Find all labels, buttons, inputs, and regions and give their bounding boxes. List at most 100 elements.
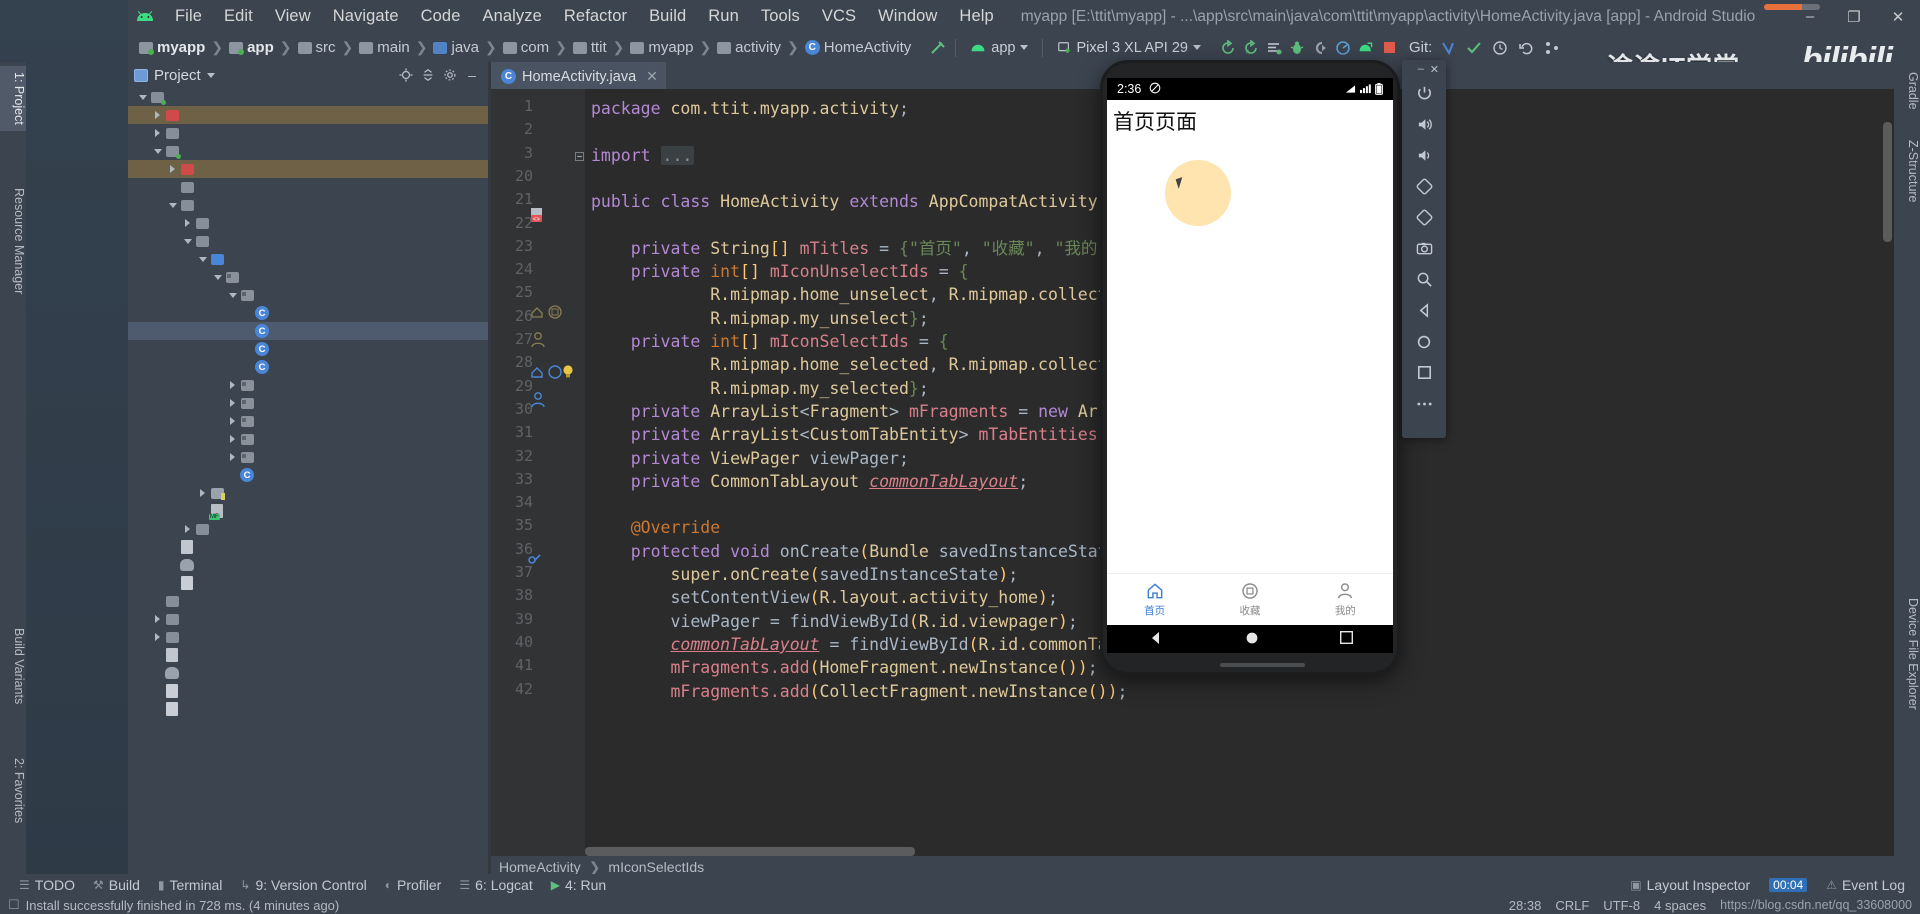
tree-row-loginactivity[interactable]: C bbox=[128, 340, 488, 358]
more-icon[interactable] bbox=[1402, 388, 1446, 419]
folded-imports[interactable]: ... bbox=[660, 145, 695, 165]
editor-gutter[interactable]: <> 1 2 3 20 21 22 23 24 25 26 27 28 29 3… bbox=[491, 89, 585, 856]
tree-row-activity[interactable] bbox=[128, 286, 488, 304]
collapse-arrow-icon[interactable] bbox=[151, 633, 164, 641]
emulator-window-controls[interactable]: – ✕ bbox=[1402, 60, 1446, 78]
collapse-arrow-icon[interactable] bbox=[166, 165, 179, 173]
breadcrumb-app[interactable]: app bbox=[226, 38, 277, 57]
tree-row-build-gradle[interactable] bbox=[128, 556, 488, 574]
collapse-arrow-icon[interactable] bbox=[226, 417, 239, 425]
tree-row-entity[interactable] bbox=[128, 412, 488, 430]
code-line[interactable]: package com.ttit.myapp.activity; bbox=[591, 97, 909, 120]
editor-horizontal-scrollbar[interactable] bbox=[585, 847, 1881, 856]
hide-panel-icon[interactable]: – bbox=[462, 65, 482, 85]
menu-edit[interactable]: Edit bbox=[213, 4, 264, 29]
caret-position[interactable]: 28:38 bbox=[1509, 898, 1542, 913]
collapse-arrow-icon[interactable] bbox=[181, 525, 194, 533]
expand-arrow-icon[interactable] bbox=[226, 292, 239, 298]
minimize-button[interactable]: – bbox=[1788, 0, 1832, 33]
file-encoding[interactable]: UTF-8 bbox=[1603, 898, 1640, 913]
home-icon[interactable] bbox=[1402, 326, 1446, 357]
intention-bulb-icon[interactable] bbox=[561, 364, 575, 383]
indent-setting[interactable]: 4 spaces bbox=[1654, 898, 1706, 913]
tree-row-gradle-properties[interactable] bbox=[128, 682, 488, 700]
breadcrumb-field[interactable]: mIconSelectIds bbox=[608, 859, 704, 875]
breadcrumb-homeactivity[interactable]: C HomeActivity bbox=[802, 38, 915, 57]
volume-up-icon[interactable] bbox=[1402, 109, 1446, 140]
tree-row-adapter[interactable] bbox=[128, 376, 488, 394]
breadcrumb-ttit[interactable]: ttit bbox=[570, 38, 610, 57]
code-line[interactable]: private int[] mIconSelectIds = { bbox=[591, 330, 949, 353]
tool-tab-device-file-explorer[interactable]: Device File Explorer bbox=[1894, 592, 1920, 716]
back-icon[interactable] bbox=[1402, 295, 1446, 326]
close-button[interactable]: ✕ bbox=[1876, 0, 1920, 33]
code-line[interactable]: setContentView(R.layout.activity_home); bbox=[591, 586, 1057, 609]
tree-row-doc[interactable] bbox=[128, 610, 488, 628]
tool-tab-favorites[interactable]: 2: Favorites bbox=[0, 752, 26, 829]
tree-row-registeractivity[interactable]: C bbox=[128, 358, 488, 376]
line-separator[interactable]: CRLF bbox=[1555, 898, 1589, 913]
window-controls[interactable]: – ❐ ✕ bbox=[1788, 0, 1920, 33]
tree-row-build[interactable] bbox=[128, 592, 488, 610]
collapse-arrow-icon[interactable] bbox=[226, 453, 239, 461]
menu-code[interactable]: Code bbox=[410, 4, 472, 29]
menu-navigate[interactable]: Navigate bbox=[322, 4, 410, 29]
screenshot-icon[interactable] bbox=[1402, 233, 1446, 264]
profiler-icon[interactable] bbox=[1333, 38, 1353, 58]
git-history-icon[interactable] bbox=[1490, 38, 1510, 58]
resource-preview-icon[interactable] bbox=[529, 301, 573, 322]
app-tab-profile[interactable]: 我的 bbox=[1298, 581, 1393, 618]
tool-tab-build-variants[interactable]: Build Variants bbox=[0, 622, 26, 710]
code-line[interactable]: import ... bbox=[591, 144, 695, 167]
collapse-arrow-icon[interactable] bbox=[226, 381, 239, 389]
emulator-screen[interactable]: 2:36 首页页面 首页 收藏 我的 bbox=[1107, 78, 1393, 625]
emulator-toolbar[interactable]: – ✕ bbox=[1402, 60, 1446, 438]
tree-row--gradle[interactable] bbox=[128, 106, 488, 124]
collapse-arrow-icon[interactable] bbox=[151, 615, 164, 623]
expand-arrow-icon[interactable] bbox=[196, 256, 209, 262]
menu-refactor[interactable]: Refactor bbox=[553, 4, 638, 29]
tree-row--gitignore[interactable] bbox=[128, 646, 488, 664]
menu-vcs[interactable]: VCS bbox=[811, 4, 867, 29]
tree-row-com-ttit-myapp[interactable] bbox=[128, 268, 488, 286]
bottom-tab-event-log[interactable]: ⚠ Event Log bbox=[1817, 875, 1914, 895]
attach-debugger-icon[interactable] bbox=[1310, 38, 1330, 58]
code-line[interactable]: private String[] mTitles = {"首页", "收藏", … bbox=[591, 237, 1127, 260]
expand-arrow-icon[interactable] bbox=[151, 148, 164, 154]
code-line[interactable]: private ViewPager viewPager; bbox=[591, 447, 909, 470]
project-tree[interactable]: CCCCC bbox=[128, 88, 488, 878]
zoom-icon[interactable] bbox=[1402, 264, 1446, 295]
tree-row-homeactivity[interactable]: C bbox=[128, 322, 488, 340]
run-configuration-selector[interactable]: app bbox=[963, 38, 1035, 58]
collapse-arrow-icon[interactable] bbox=[151, 129, 164, 137]
menu-view[interactable]: View bbox=[264, 4, 322, 29]
code-line[interactable]: @Override bbox=[591, 516, 720, 539]
tree-row-androidmanifest-xml[interactable] bbox=[128, 502, 488, 520]
device-selector[interactable]: Pixel 3 XL API 29 bbox=[1050, 38, 1208, 58]
rotate-left-icon[interactable] bbox=[1402, 171, 1446, 202]
breadcrumb-myapp[interactable]: myapp bbox=[136, 38, 208, 57]
code-line[interactable]: public class HomeActivity extends AppCom… bbox=[591, 190, 1118, 213]
code-line[interactable]: private int[] mIconUnselectIds = { bbox=[591, 260, 969, 283]
git-revert-icon[interactable] bbox=[1516, 38, 1536, 58]
breadcrumb-class[interactable]: HomeActivity bbox=[499, 859, 581, 875]
bottom-tab-version-control[interactable]: ↳ 9: Version Control bbox=[231, 875, 375, 895]
nav-back-icon[interactable] bbox=[1148, 630, 1164, 649]
editor-vertical-scrollbar[interactable] bbox=[1881, 116, 1894, 834]
git-update-icon[interactable] bbox=[1438, 38, 1458, 58]
menu-analyze[interactable]: Analyze bbox=[472, 4, 553, 29]
menu-window[interactable]: Window bbox=[867, 4, 948, 29]
close-icon[interactable]: ✕ bbox=[1430, 63, 1439, 76]
menu-tools[interactable]: Tools bbox=[750, 4, 811, 29]
tree-row-gradle[interactable] bbox=[128, 628, 488, 646]
app-bottom-tab-bar[interactable]: 首页 收藏 我的 bbox=[1107, 573, 1393, 625]
tree-row-androidtest[interactable] bbox=[128, 214, 488, 232]
collapse-all-icon[interactable] bbox=[418, 65, 438, 85]
tree-row--idea[interactable] bbox=[128, 124, 488, 142]
locate-icon[interactable] bbox=[396, 65, 416, 85]
tool-tab-project[interactable]: 1: Project bbox=[0, 66, 26, 131]
project-panel-actions[interactable]: – bbox=[396, 65, 482, 85]
tree-row-build-gradle[interactable] bbox=[128, 664, 488, 682]
android-navigation-bar[interactable] bbox=[1107, 625, 1393, 653]
tree-row-api[interactable] bbox=[128, 394, 488, 412]
